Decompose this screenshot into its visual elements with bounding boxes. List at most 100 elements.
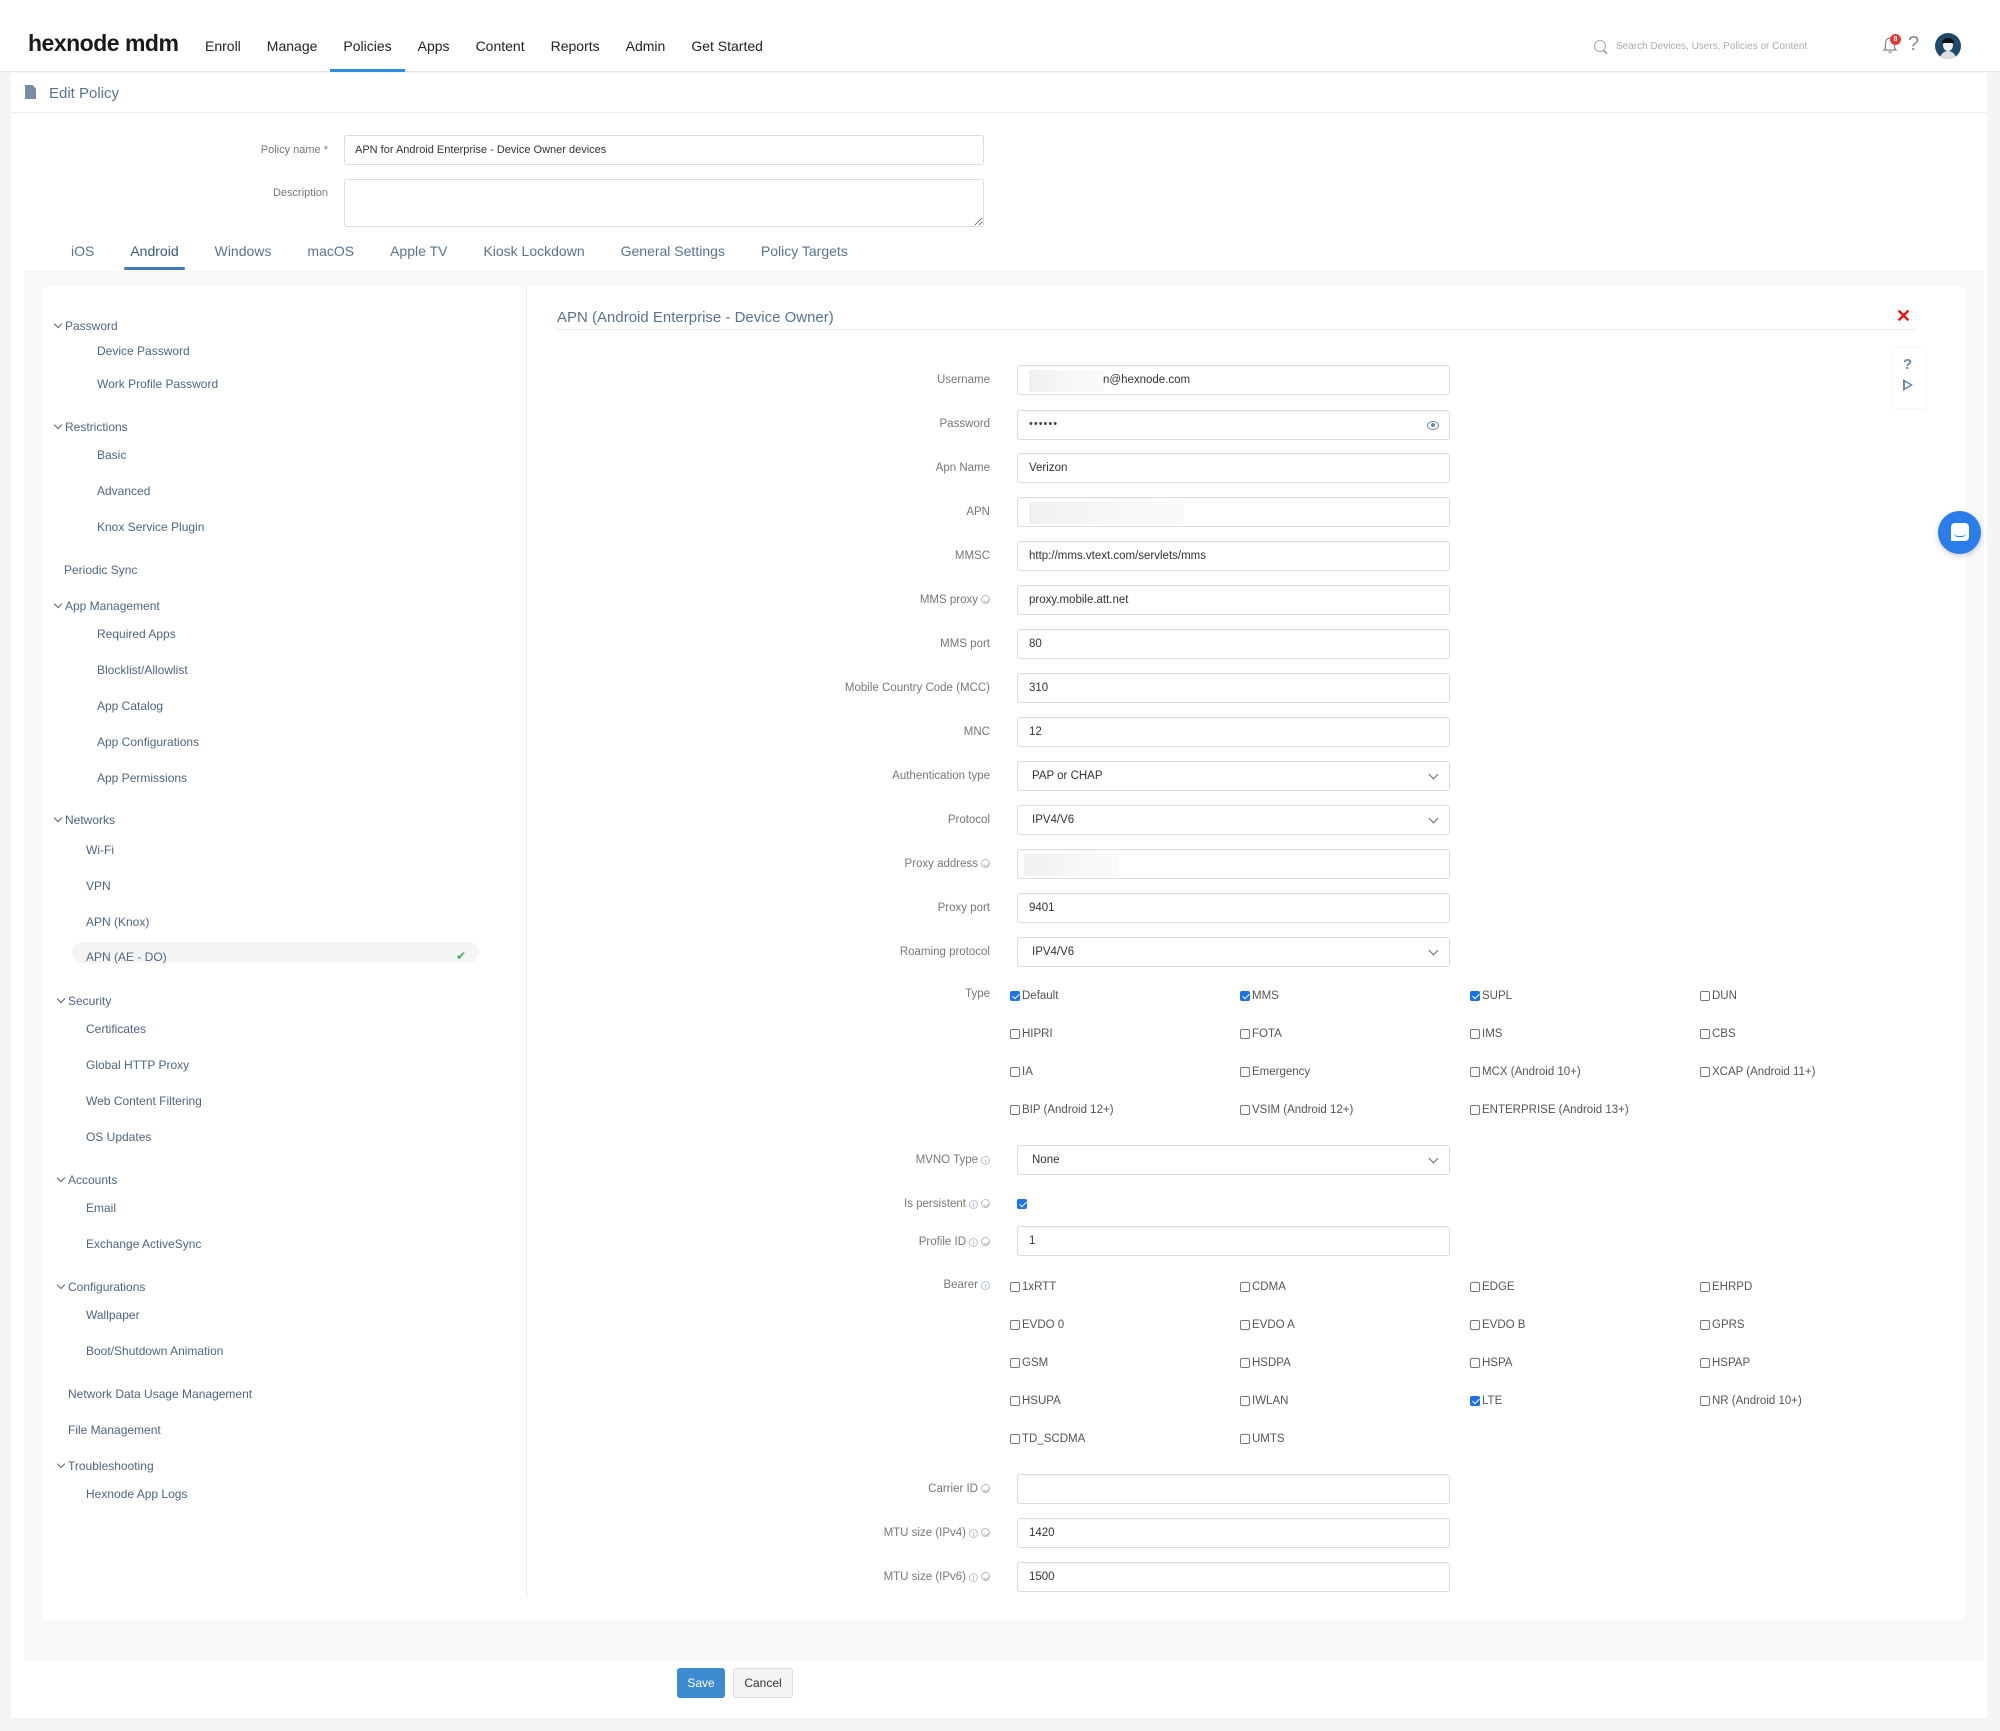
checkbox-evdo-0[interactable]: EVDO 0 <box>1010 1319 1064 1331</box>
sidebar-item-email[interactable]: Email <box>86 1201 116 1215</box>
username-input[interactable]: n@hexnode.com <box>1017 365 1450 395</box>
sidebar-item-device-password[interactable]: Device Password <box>97 344 190 358</box>
sidebar-item-advanced[interactable]: Advanced <box>97 484 150 498</box>
nav-apps[interactable]: Apps <box>405 0 463 72</box>
apn-name-input[interactable] <box>1017 453 1450 483</box>
tab-android[interactable]: Android <box>112 243 196 273</box>
eye-icon[interactable] <box>1427 421 1439 430</box>
nav-admin[interactable]: Admin <box>613 0 679 72</box>
sidebar-item-apn-knox[interactable]: APN (Knox) <box>86 915 149 929</box>
checkbox-cdma[interactable]: CDMA <box>1240 1281 1286 1293</box>
apn-input[interactable] <box>1017 497 1450 527</box>
sidebar-item-blocklist-allowlist[interactable]: Blocklist/Allowlist <box>97 663 188 677</box>
checkbox-1xrtt[interactable]: 1xRTT <box>1010 1281 1056 1293</box>
sidebar-item-vpn[interactable]: VPN <box>86 879 111 893</box>
info-icon[interactable]: i <box>981 1156 990 1165</box>
checkbox-gprs[interactable]: GPRS <box>1700 1319 1745 1331</box>
sidebar-group-restrictions[interactable]: Restrictions <box>53 420 128 434</box>
info-icon[interactable]: i <box>969 1200 978 1209</box>
checkbox-ehrpd[interactable]: EHRPD <box>1700 1281 1752 1293</box>
hexnode-logo[interactable]: hexnode mdm <box>28 30 179 57</box>
checkbox-hipri[interactable]: HIPRI <box>1010 1028 1053 1040</box>
sidebar-item-hexnode-app-logs[interactable]: Hexnode App Logs <box>86 1487 187 1501</box>
checkbox-edge[interactable]: EDGE <box>1470 1281 1515 1293</box>
mcc-input[interactable] <box>1017 673 1450 703</box>
checkbox-hspap[interactable]: HSPAP <box>1700 1357 1750 1369</box>
sidebar-item-basic[interactable]: Basic <box>97 448 126 462</box>
sidebar-group-password[interactable]: Password <box>53 319 118 333</box>
sidebar-item-wallpaper[interactable]: Wallpaper <box>86 1308 140 1322</box>
sidebar-item-apn-ae-do[interactable]: APN (AE - DO) <box>86 950 167 964</box>
checkbox-evdo-b[interactable]: EVDO B <box>1470 1319 1525 1331</box>
checkbox-vsim-android-12[interactable]: VSIM (Android 12+) <box>1240 1104 1353 1116</box>
sidebar-item-wifi[interactable]: Wi-Fi <box>86 843 114 857</box>
sidebar-item-exchange-activesync[interactable]: Exchange ActiveSync <box>86 1237 201 1251</box>
sidebar-item-os-updates[interactable]: OS Updates <box>86 1130 151 1144</box>
carrier-id-input[interactable] <box>1017 1474 1450 1504</box>
proxy-port-input[interactable] <box>1017 893 1450 923</box>
checkbox-ims[interactable]: IMS <box>1470 1028 1502 1040</box>
tab-macos[interactable]: macOS <box>289 243 372 273</box>
checkbox-enterprise-android-13[interactable]: ENTERPRISE (Android 13+) <box>1470 1104 1629 1116</box>
mtu-ipv4-input[interactable] <box>1017 1518 1450 1548</box>
mmsc-input[interactable] <box>1017 541 1450 571</box>
checkbox-cbs[interactable]: CBS <box>1700 1028 1736 1040</box>
tab-kiosk-lockdown[interactable]: Kiosk Lockdown <box>465 243 602 273</box>
nav-policies[interactable]: Policies <box>330 0 405 72</box>
checkbox-umts[interactable]: UMTS <box>1240 1433 1285 1445</box>
sidebar-group-security[interactable]: Security <box>56 994 111 1008</box>
tab-general-settings[interactable]: General Settings <box>603 243 743 273</box>
checkbox-ia[interactable]: IA <box>1010 1066 1033 1078</box>
info-icon[interactable]: i <box>981 1281 990 1290</box>
checkbox-nr-android-10[interactable]: NR (Android 10+) <box>1700 1395 1802 1407</box>
close-icon[interactable]: ✕ <box>1896 306 1911 327</box>
sidebar-group-networks[interactable]: Networks <box>53 813 115 827</box>
play-icon[interactable] <box>1903 379 1913 391</box>
chat-button[interactable] <box>1938 511 1981 554</box>
sidebar-item-work-profile-password[interactable]: Work Profile Password <box>97 377 218 391</box>
checkbox-gsm[interactable]: GSM <box>1010 1357 1048 1369</box>
info-icon[interactable]: i <box>969 1529 978 1538</box>
description-input[interactable] <box>344 179 984 227</box>
sidebar-item-app-permissions[interactable]: App Permissions <box>97 771 187 785</box>
cancel-button[interactable]: Cancel <box>733 1668 793 1698</box>
sidebar-item-boot-shutdown-animation[interactable]: Boot/Shutdown Animation <box>86 1344 223 1358</box>
checkbox-evdo-a[interactable]: EVDO A <box>1240 1319 1295 1331</box>
sidebar-group-troubleshooting[interactable]: Troubleshooting <box>56 1459 154 1473</box>
nav-get-started[interactable]: Get Started <box>678 0 776 72</box>
checkbox-td-scdma[interactable]: TD_SCDMA <box>1010 1433 1085 1445</box>
roaming-protocol-select[interactable]: IPV4/V6 <box>1017 937 1450 967</box>
help-icon[interactable]: ? <box>1903 356 1912 373</box>
sidebar-item-global-http-proxy[interactable]: Global HTTP Proxy <box>86 1058 189 1072</box>
checkbox-fota[interactable]: FOTA <box>1240 1028 1282 1040</box>
checkbox-default[interactable]: Default <box>1010 990 1058 1002</box>
sidebar-group-configurations[interactable]: Configurations <box>56 1280 145 1294</box>
sidebar-group-accounts[interactable]: Accounts <box>56 1173 117 1187</box>
mms-port-input[interactable] <box>1017 629 1450 659</box>
save-button[interactable]: Save <box>677 1668 725 1698</box>
sidebar-item-knox-service-plugin[interactable]: Knox Service Plugin <box>97 520 204 534</box>
sidebar-item-app-configurations[interactable]: App Configurations <box>97 735 199 749</box>
tab-policy-targets[interactable]: Policy Targets <box>743 243 866 273</box>
sidebar-item-certificates[interactable]: Certificates <box>86 1022 146 1036</box>
checkbox-supl[interactable]: SUPL <box>1470 990 1512 1002</box>
info-icon[interactable]: i <box>969 1573 978 1582</box>
auth-type-select[interactable]: PAP or CHAP <box>1017 761 1450 791</box>
tab-apple-tv[interactable]: Apple TV <box>372 243 465 273</box>
help-icon[interactable]: ? <box>1908 33 1919 56</box>
checkbox-lte[interactable]: LTE <box>1470 1395 1502 1407</box>
sidebar-item-network-data-usage[interactable]: Network Data Usage Management <box>68 1387 252 1401</box>
sidebar-item-file-management[interactable]: File Management <box>68 1423 161 1437</box>
sidebar-item-app-catalog[interactable]: App Catalog <box>97 699 163 713</box>
checkbox-hsdpa[interactable]: HSDPA <box>1240 1357 1291 1369</box>
checkbox-mcx-android-10[interactable]: MCX (Android 10+) <box>1470 1066 1581 1078</box>
checkbox-emergency[interactable]: Emergency <box>1240 1066 1310 1078</box>
user-avatar[interactable] <box>1935 33 1961 59</box>
protocol-select[interactable]: IPV4/V6 <box>1017 805 1450 835</box>
nav-manage[interactable]: Manage <box>254 0 331 72</box>
mms-proxy-input[interactable] <box>1017 585 1450 615</box>
checkbox-dun[interactable]: DUN <box>1700 990 1737 1002</box>
checkbox-bip-android-12[interactable]: BIP (Android 12+) <box>1010 1104 1114 1116</box>
checkbox-hsupa[interactable]: HSUPA <box>1010 1395 1061 1407</box>
tab-ios[interactable]: iOS <box>57 243 112 273</box>
